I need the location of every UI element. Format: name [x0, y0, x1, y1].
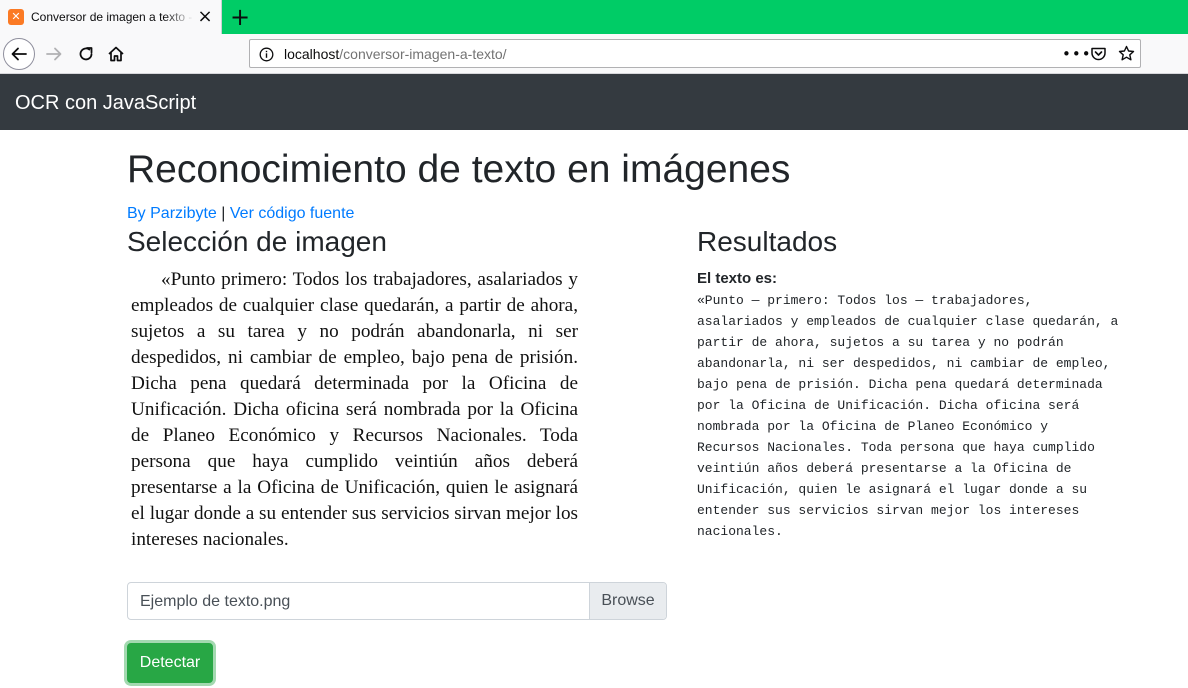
info-icon[interactable] [259, 47, 274, 62]
page-title: Reconocimiento de texto en imágenes [127, 148, 791, 191]
file-name: Ejemplo de texto.png [140, 593, 291, 610]
pocket-icon[interactable] [1090, 46, 1107, 62]
url-bar[interactable]: localhost/conversor-imagen-a-texto/ ••• [249, 39, 1141, 68]
page-actions-button[interactable]: ••• [1062, 45, 1092, 63]
image-selection-heading: Selección de imagen [127, 226, 387, 257]
star-icon[interactable] [1118, 45, 1135, 62]
browser-toolbar: localhost/conversor-imagen-a-texto/ ••• [0, 34, 1188, 74]
back-button[interactable] [3, 38, 35, 70]
home-button[interactable] [100, 38, 132, 70]
results-column: Resultados [697, 226, 1137, 258]
browse-button[interactable]: Browse [589, 583, 666, 619]
byline-separator: | [221, 205, 226, 222]
home-icon [108, 46, 124, 62]
forward-icon [46, 47, 62, 61]
source-code-link[interactable]: Ver código fuente [230, 205, 355, 222]
url-path: /conversor-imagen-a-texto/ [339, 46, 507, 62]
xampp-favicon-icon: ✕ [8, 9, 24, 25]
new-tab-button[interactable]: + [228, 3, 252, 31]
navbar-brand[interactable]: OCR con JavaScript [15, 92, 196, 115]
tab-title: Conversor de imagen a texto - Parzibyte [31, 10, 194, 24]
url-host: localhost [284, 46, 340, 62]
result-label: El texto es: [697, 270, 778, 287]
file-input[interactable]: Ejemplo de texto.png Browse [127, 582, 667, 620]
back-icon [11, 47, 27, 61]
reload-icon [79, 47, 93, 61]
browser-tab[interactable]: ✕ Conversor de imagen a texto - Parzibyt… [0, 0, 222, 34]
url-text[interactable]: localhost/conversor-imagen-a-texto/ [284, 46, 507, 62]
reload-button[interactable] [70, 38, 102, 70]
image-preview: «Punto primero: Todos los trabajadores, … [131, 269, 578, 550]
results-heading: Resultados [697, 226, 838, 257]
image-selection-column: Selección de imagen [127, 226, 667, 258]
site-navbar: OCR con JavaScript [0, 74, 1188, 130]
author-link[interactable]: By Parzibyte [127, 205, 217, 222]
byline: By Parzibyte | Ver código fuente [127, 205, 354, 223]
browser-tab-bar: ✕ Conversor de imagen a texto - Parzibyt… [0, 0, 1188, 34]
result-text: «Punto — primero: Todos los — trabajador… [697, 293, 1119, 539]
tab-close-icon[interactable]: × [196, 8, 214, 26]
forward-button[interactable] [38, 38, 70, 70]
detect-button[interactable]: Detectar [127, 643, 213, 683]
